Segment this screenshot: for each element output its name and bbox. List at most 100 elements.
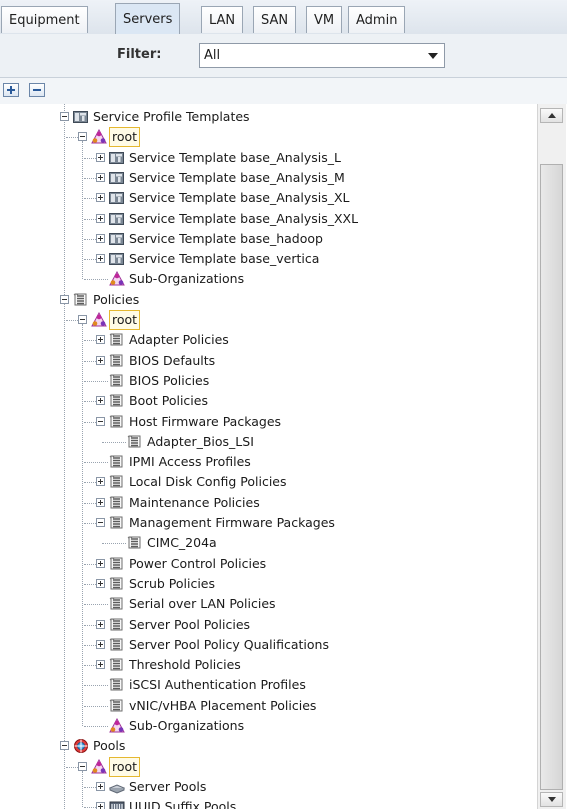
expand-icon[interactable] xyxy=(96,355,105,365)
tab-san[interactable]: SAN xyxy=(253,6,297,33)
chevron-down-icon[interactable] xyxy=(428,53,438,59)
tree-node-label[interactable]: Host Firmware Packages xyxy=(127,412,283,432)
tree-node-label[interactable]: Service Template base_hadoop xyxy=(127,229,325,249)
tree-node[interactable]: Threshold Policies xyxy=(0,655,530,675)
tree-node[interactable]: vNIC/vHBA Placement Policies xyxy=(0,696,530,716)
tree-node-label[interactable]: Sub-Organizations xyxy=(127,716,246,736)
tab-lan[interactable]: LAN xyxy=(201,6,244,33)
expand-icon[interactable] xyxy=(96,578,105,588)
tree-node-label[interactable]: Power Control Policies xyxy=(127,554,268,574)
tab-vm[interactable]: VM xyxy=(306,6,343,33)
tree-node-label[interactable]: Threshold Policies xyxy=(127,655,243,675)
tree-node[interactable]: Server Pool Policy Qualifications xyxy=(0,635,530,655)
tree-node-label[interactable]: Service Profile Templates xyxy=(91,107,252,127)
tree-node[interactable]: root xyxy=(0,127,530,148)
scrollbar-thumb[interactable] xyxy=(540,164,563,790)
scroll-up-arrow-icon[interactable] xyxy=(540,108,563,123)
tree-node[interactable]: root xyxy=(0,310,530,330)
expand-icon[interactable] xyxy=(96,396,105,406)
tree-node-label[interactable]: root xyxy=(109,310,141,330)
tree-node-label[interactable]: Management Firmware Packages xyxy=(127,513,337,533)
tree-node[interactable]: Maintenance Policies xyxy=(0,493,530,513)
tree-node-label[interactable]: root xyxy=(109,756,141,777)
expand-icon[interactable] xyxy=(96,477,105,487)
tree-node-label[interactable]: IPMI Access Profiles xyxy=(127,452,253,472)
collapse-icon[interactable] xyxy=(60,294,69,304)
tree-node[interactable]: Management Firmware Packages xyxy=(0,513,530,533)
tab-servers[interactable]: Servers xyxy=(115,3,181,34)
expand-all-icon[interactable] xyxy=(3,83,19,97)
tree-node[interactable]: Service Profile Templates xyxy=(0,107,530,127)
tree-node[interactable]: Server Pool Policies xyxy=(0,615,530,635)
expand-icon[interactable] xyxy=(96,497,105,507)
tree-node-label[interactable]: vNIC/vHBA Placement Policies xyxy=(127,696,318,716)
tree-node-label[interactable]: Service Template base_Analysis_M xyxy=(127,168,347,188)
expand-icon[interactable] xyxy=(96,781,105,791)
expand-icon[interactable] xyxy=(96,152,105,162)
tree-node-label[interactable]: Service Template base_vertica xyxy=(127,249,321,269)
tree-node[interactable]: Service Template base_Analysis_M xyxy=(0,168,530,188)
tree-node-label[interactable]: UUID Suffix Pools xyxy=(127,797,238,809)
tree-node-label[interactable]: Policies xyxy=(91,290,141,310)
tree-node-label[interactable]: Serial over LAN Policies xyxy=(127,594,278,614)
tree-node-label[interactable]: Adapter_Bios_LSI xyxy=(145,432,256,452)
tree-node[interactable]: Scrub Policies xyxy=(0,574,530,594)
tree-node[interactable]: Power Control Policies xyxy=(0,554,530,574)
tree-node[interactable]: CIMC_204a xyxy=(0,533,530,553)
tree-node[interactable]: iSCSI Authentication Profiles xyxy=(0,675,530,695)
tree-node-label[interactable]: Boot Policies xyxy=(127,391,210,411)
expand-icon[interactable] xyxy=(96,660,105,670)
collapse-icon[interactable] xyxy=(60,112,69,121)
tree-node[interactable]: BIOS Policies xyxy=(0,371,530,391)
tree-node[interactable]: Adapter Policies xyxy=(0,330,530,350)
tree-node[interactable]: Pools xyxy=(0,736,530,756)
tree-node-label[interactable]: Service Template base_Analysis_XL xyxy=(127,188,352,208)
tree-node-label[interactable]: Service Template base_Analysis_L xyxy=(127,148,343,168)
tree-node-label[interactable]: Scrub Policies xyxy=(127,574,217,594)
collapse-icon[interactable] xyxy=(78,761,87,771)
tree-node[interactable]: UUID Suffix Pools xyxy=(0,797,530,809)
collapse-all-icon[interactable] xyxy=(29,83,45,97)
tree-node[interactable]: Sub-Organizations xyxy=(0,269,530,289)
tree-node[interactable]: root xyxy=(0,756,530,777)
expand-icon[interactable] xyxy=(96,213,105,223)
tree-node[interactable]: Service Template base_Analysis_XL xyxy=(0,188,530,208)
filter-dropdown[interactable]: All xyxy=(199,43,445,68)
collapse-icon[interactable] xyxy=(78,315,87,324)
tree-node[interactable]: Boot Policies xyxy=(0,391,530,411)
tree-node-label[interactable]: Server Pool Policy Qualifications xyxy=(127,635,331,655)
expand-icon[interactable] xyxy=(96,802,105,809)
tree-node-label[interactable]: BIOS Policies xyxy=(127,371,211,391)
tree-node[interactable]: Service Template base_vertica xyxy=(0,249,530,269)
tree-node[interactable]: Server Pools xyxy=(0,777,530,797)
expand-icon[interactable] xyxy=(96,639,105,649)
tree-node-label[interactable]: Sub-Organizations xyxy=(127,269,246,289)
tab-equipment[interactable]: Equipment xyxy=(1,6,88,33)
tree-node-label[interactable]: iSCSI Authentication Profiles xyxy=(127,675,308,695)
tree-node[interactable]: Serial over LAN Policies xyxy=(0,594,530,614)
tree-node-label[interactable]: Server Pool Policies xyxy=(127,615,252,635)
tree-node-label[interactable]: Adapter Policies xyxy=(127,330,231,350)
vertical-scrollbar[interactable] xyxy=(537,104,566,809)
tree-node-label[interactable]: Server Pools xyxy=(127,777,208,797)
tree-node[interactable]: BIOS Defaults xyxy=(0,351,530,371)
tree-node-label[interactable]: Maintenance Policies xyxy=(127,493,262,513)
tree-node[interactable]: Policies xyxy=(0,290,530,310)
tree-node-label[interactable]: Pools xyxy=(91,736,127,756)
tree-node-label[interactable]: Local Disk Config Policies xyxy=(127,472,289,492)
collapse-icon[interactable] xyxy=(96,416,105,426)
expand-icon[interactable] xyxy=(96,254,105,264)
collapse-icon[interactable] xyxy=(78,132,87,142)
expand-icon[interactable] xyxy=(96,233,105,243)
expand-icon[interactable] xyxy=(96,619,105,629)
tree-node[interactable]: Local Disk Config Policies xyxy=(0,472,530,492)
expand-icon[interactable] xyxy=(96,335,105,345)
collapse-icon[interactable] xyxy=(60,741,69,751)
expand-icon[interactable] xyxy=(96,558,105,568)
expand-icon[interactable] xyxy=(96,193,105,203)
tree-node[interactable]: Service Template base_hadoop xyxy=(0,229,530,249)
tree-node-label[interactable]: Service Template base_Analysis_XXL xyxy=(127,209,360,229)
tree-node-label[interactable]: BIOS Defaults xyxy=(127,351,217,371)
tree-node[interactable]: Sub-Organizations xyxy=(0,716,530,736)
scroll-down-arrow-icon[interactable] xyxy=(540,792,563,807)
